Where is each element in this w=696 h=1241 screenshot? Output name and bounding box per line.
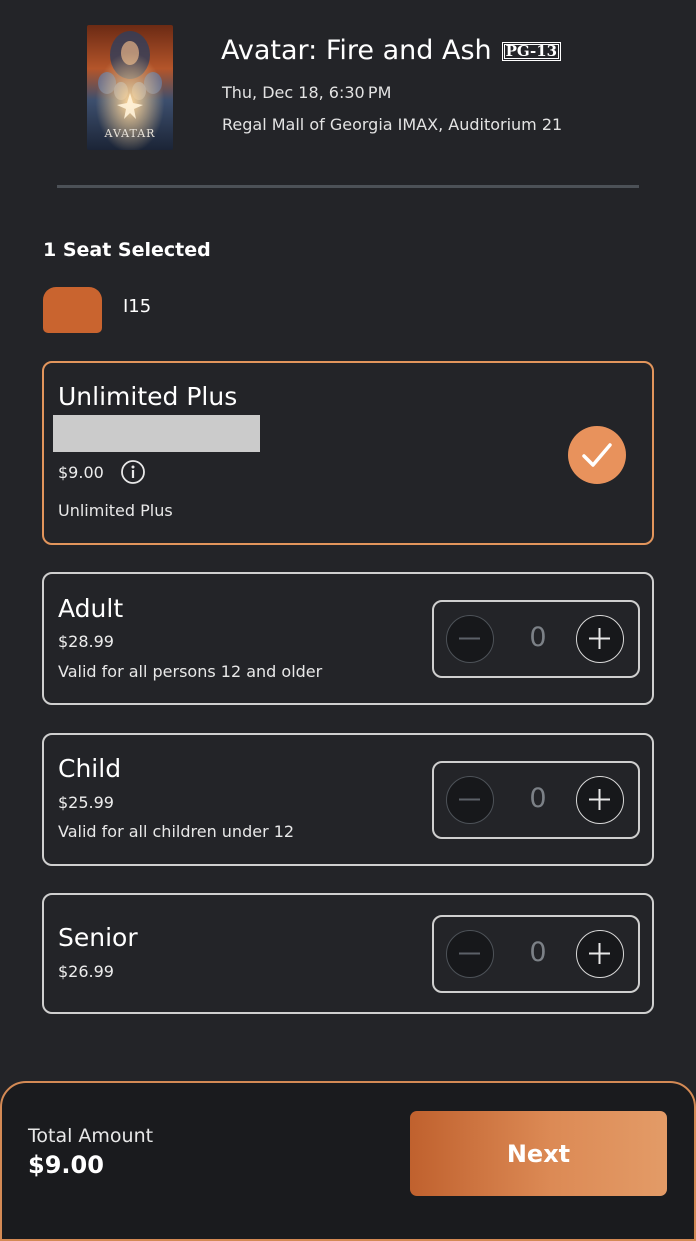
redacted-block	[53, 415, 260, 452]
ticket-price: $9.00	[58, 463, 104, 482]
increment-button[interactable]	[576, 930, 624, 978]
ticket-card-child: Child $25.99 Valid for all children unde…	[42, 733, 654, 866]
quantity-stepper: 0	[432, 761, 640, 839]
header-divider	[57, 185, 639, 188]
check-icon	[568, 426, 626, 484]
minus-icon	[459, 637, 480, 640]
plus-icon	[589, 628, 610, 649]
quantity-stepper: 0	[432, 915, 640, 993]
seat-icon	[43, 287, 102, 333]
seat-label: I15	[123, 296, 152, 317]
increment-button[interactable]	[576, 615, 624, 663]
theater-name: Regal Mall of Georgia IMAX, Auditorium 2…	[222, 115, 563, 134]
increment-button[interactable]	[576, 776, 624, 824]
ticket-price: $26.99	[58, 962, 114, 981]
ticket-description: Valid for all children under 12	[58, 822, 295, 841]
quantity-value: 0	[529, 937, 547, 968]
ticket-description: Unlimited Plus	[58, 501, 173, 520]
ticket-card-adult: Adult $28.99 Valid for all persons 12 an…	[42, 572, 654, 705]
minus-icon	[459, 952, 480, 955]
plus-icon	[589, 943, 610, 964]
decrement-button[interactable]	[446, 615, 494, 663]
ticket-description: Valid for all persons 12 and older	[58, 662, 323, 681]
ticket-name: Child	[58, 754, 122, 783]
movie-header: AVATAR Avatar: Fire and Ash PG-13 Thu, D…	[0, 0, 696, 190]
ticket-name: Adult	[58, 594, 124, 623]
showtime: Thu, Dec 18, 6:30 PM	[222, 83, 392, 102]
movie-title-row: Avatar: Fire and Ash PG-13	[221, 33, 562, 69]
seats-selected-heading: 1 Seat Selected	[43, 239, 211, 261]
decrement-button[interactable]	[446, 930, 494, 978]
info-icon[interactable]	[120, 459, 146, 485]
ticket-card-senior: Senior $26.99 0	[42, 893, 654, 1014]
next-button[interactable]: Next	[410, 1111, 667, 1196]
ticket-price: $28.99	[58, 632, 114, 651]
movie-title: Avatar: Fire and Ash	[221, 35, 492, 66]
movie-poster: AVATAR	[87, 25, 173, 150]
plus-icon	[589, 789, 610, 810]
quantity-stepper: 0	[432, 600, 640, 678]
minus-icon	[459, 798, 480, 801]
rating-badge: PG-13	[501, 41, 562, 61]
ticket-price: $25.99	[58, 793, 114, 812]
total-label: Total Amount	[28, 1125, 154, 1147]
total-amount: $9.00	[28, 1151, 104, 1179]
poster-title-text: AVATAR	[104, 127, 156, 140]
ticket-card-unlimited-plus[interactable]: Unlimited Plus $9.00 Unlimited Plus	[42, 361, 654, 545]
ticket-name: Senior	[58, 923, 138, 952]
decrement-button[interactable]	[446, 776, 494, 824]
quantity-value: 0	[529, 622, 547, 653]
quantity-value: 0	[529, 783, 547, 814]
ticket-name: Unlimited Plus	[58, 382, 238, 411]
